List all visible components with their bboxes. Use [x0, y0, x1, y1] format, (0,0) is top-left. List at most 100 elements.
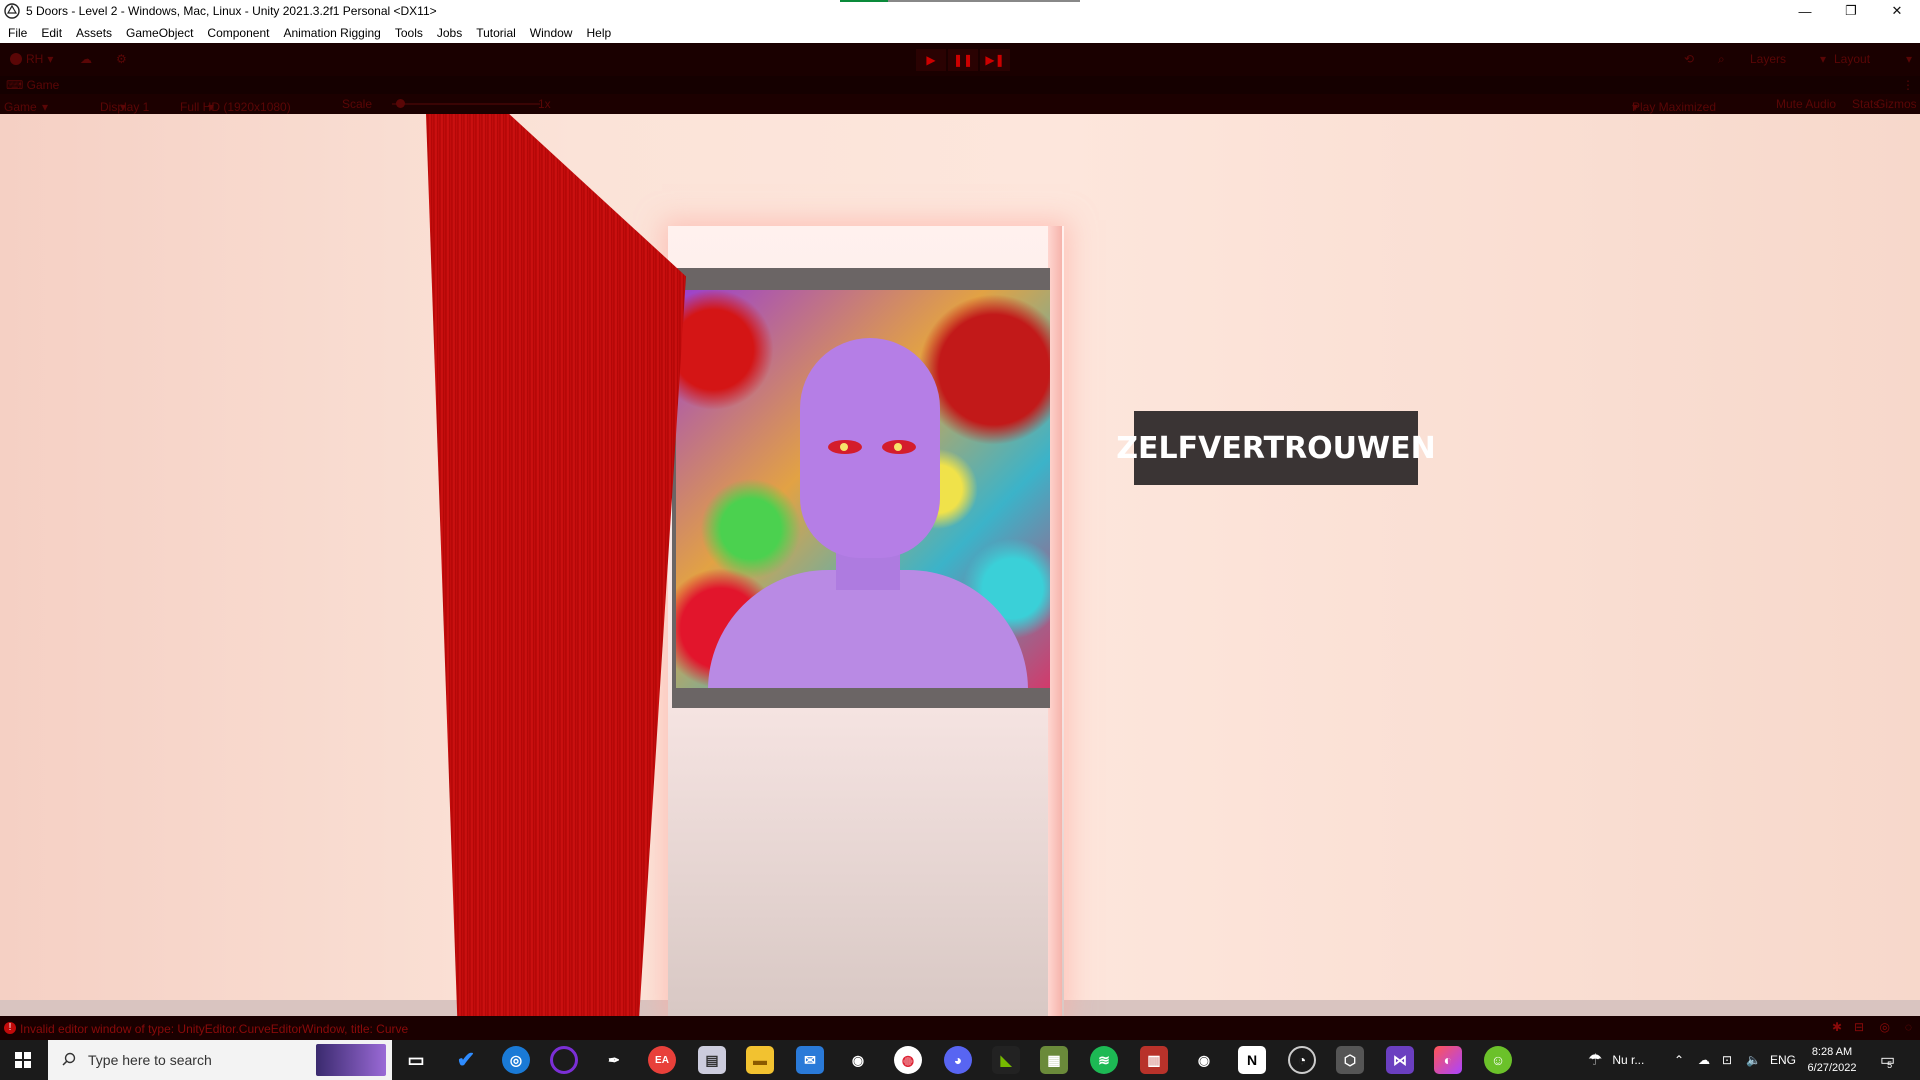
scale-label: Scale — [342, 97, 373, 111]
search-icon[interactable]: ⌕ — [1718, 49, 1725, 69]
photo-app-icon[interactable]: ◐ — [1434, 1046, 1462, 1074]
gizmos-dropdown[interactable]: Gizmos — [1876, 97, 1916, 111]
unity-logo-icon — [4, 3, 20, 19]
title-bar: 5 Doors - Level 2 - Windows, Mac, Linux … — [0, 0, 1920, 22]
menu-component[interactable]: Component — [207, 26, 269, 40]
mail-icon[interactable]: ✉ — [796, 1046, 824, 1074]
scale-slider[interactable] — [392, 103, 540, 105]
history-icon[interactable]: ⟲ — [1684, 49, 1694, 69]
network-icon[interactable]: ⊡ — [1722, 1040, 1732, 1080]
game-view-controls: Game ▾ Display 1 ▾ Full HD (1920x1080) ▾… — [0, 94, 1920, 114]
play-button[interactable]: ▶ — [916, 49, 946, 71]
account-label: RH — [26, 52, 44, 66]
notification-icon[interactable]: ◎ — [1880, 1020, 1890, 1034]
todo-check-icon[interactable]: ✔ — [452, 1046, 480, 1074]
tab-game[interactable]: ⌨ Game — [6, 78, 59, 92]
collab-icon[interactable]: ⚙ — [116, 49, 127, 69]
menu-window[interactable]: Window — [530, 26, 573, 40]
menu-bar: File Edit Assets GameObject Component An… — [0, 22, 1920, 43]
red-door — [426, 114, 686, 1016]
error-icon: ! — [4, 1022, 16, 1034]
menu-animation-rigging[interactable]: Animation Rigging — [283, 26, 380, 40]
menu-jobs[interactable]: Jobs — [437, 26, 462, 40]
steam-alt-icon[interactable]: ◉ — [1190, 1046, 1218, 1074]
windows-logo-icon — [15, 1052, 31, 1068]
visual-studio-icon[interactable]: ⋈ — [1386, 1046, 1414, 1074]
umbrella-icon: ☂ — [1588, 1052, 1603, 1069]
play-maximized-label: Play Maximized — [1632, 100, 1717, 114]
cloud-icon[interactable]: ☁ — [80, 49, 92, 69]
step-button[interactable]: ▶❚ — [980, 49, 1010, 71]
onedrive-icon[interactable]: ☁ — [1698, 1040, 1710, 1080]
glitch-portrait-painting — [676, 290, 1050, 688]
weather-label: Nu r... — [1612, 1053, 1645, 1067]
view-mode-label: Game — [4, 100, 37, 114]
menu-tutorial[interactable]: Tutorial — [476, 26, 516, 40]
task-view-icon[interactable]: ▭ — [402, 1046, 430, 1074]
files-app-icon[interactable]: ▤ — [698, 1046, 726, 1074]
clock[interactable]: 8:28 AM 6/27/2022 — [1794, 1044, 1870, 1076]
layout-label: Layout — [1834, 52, 1871, 66]
minimize-button[interactable]: — — [1782, 0, 1828, 22]
layout-dropdown[interactable]: Layout ▾ — [1834, 49, 1912, 69]
steam-icon[interactable]: ◉ — [844, 1046, 872, 1074]
discord-icon[interactable]: ◕ — [944, 1046, 972, 1074]
portrait-eye-right — [882, 440, 916, 454]
action-center-button[interactable]: ▭ 5 — [1880, 1040, 1895, 1080]
menu-file[interactable]: File — [8, 26, 27, 40]
chevron-down-icon: ▾ — [1905, 52, 1912, 66]
account-dropdown[interactable]: RH ▾ — [10, 49, 53, 69]
word-sign: ZELFVERTROUWEN — [1116, 411, 1436, 485]
menu-assets[interactable]: Assets — [76, 26, 112, 40]
mute-audio-toggle[interactable]: Mute Audio — [1776, 97, 1836, 111]
clock-time: 8:28 AM — [1811, 1046, 1853, 1058]
menu-gameobject[interactable]: GameObject — [126, 26, 193, 40]
nvidia-icon[interactable]: ◣ — [992, 1046, 1020, 1074]
pause-button[interactable]: ❚❚ — [948, 49, 978, 71]
menu-edit[interactable]: Edit — [41, 26, 62, 40]
volume-icon[interactable]: 🔈 — [1746, 1040, 1761, 1080]
pen-app-icon[interactable]: ✒ — [600, 1046, 628, 1074]
language-indicator[interactable]: ENG — [1770, 1040, 1796, 1080]
scale-slider-handle[interactable] — [396, 99, 405, 108]
unity-app-icon[interactable]: ⬡ — [1336, 1046, 1364, 1074]
close-button[interactable]: ✕ — [1874, 0, 1920, 22]
taskbar-search-box[interactable]: Type here to search — [48, 1040, 392, 1080]
minecraft-icon[interactable]: ▦ — [1040, 1046, 1068, 1074]
ea-app-icon[interactable]: EA — [648, 1046, 676, 1074]
menu-help[interactable]: Help — [586, 26, 611, 40]
console-status-bar[interactable]: ! Invalid editor window of type: UnityEd… — [0, 1016, 1920, 1040]
account-icon — [10, 53, 22, 65]
more-options-icon[interactable]: ⋮ — [1902, 78, 1914, 92]
weather-widget[interactable]: ☂ Nu r... — [1588, 1040, 1644, 1080]
spotify-icon[interactable]: ≋ — [1090, 1046, 1118, 1074]
search-icon — [62, 1052, 76, 1066]
cortana-icon[interactable] — [550, 1046, 578, 1074]
layers-label: Layers — [1750, 52, 1787, 66]
chrome-icon[interactable]: ◍ — [894, 1046, 922, 1074]
game-tab-header: ⌨ Game ⋮ — [0, 76, 1920, 94]
progress-icon[interactable]: ◌ — [1905, 1020, 1912, 1034]
start-button[interactable] — [0, 1040, 46, 1080]
sync-app-icon[interactable]: ◎ — [502, 1046, 530, 1074]
chevron-down-icon: ▾ — [1819, 52, 1826, 66]
window-title: 5 Doors - Level 2 - Windows, Mac, Linux … — [26, 4, 437, 18]
chevron-down-icon: ▾ — [120, 100, 127, 114]
editor-toolbar: RH ▾ ☁ ⚙ ▶ ❚❚ ▶❚ ⟲ ⌕ Layers ▾ Layout ▾ — [0, 43, 1920, 76]
restore-button[interactable]: ❐ — [1828, 0, 1874, 22]
gamepad-icon: ⌨ — [6, 78, 27, 92]
network-icon[interactable]: ⊟ — [1854, 1020, 1864, 1034]
file-explorer-icon[interactable]: ▬ — [746, 1046, 774, 1074]
search-highlight-image — [316, 1044, 386, 1076]
portrait-eye-left — [828, 440, 862, 454]
show-hidden-icons-button[interactable]: ⌃ — [1674, 1040, 1684, 1080]
scale-value: 1x — [538, 97, 551, 111]
game-viewport[interactable]: ZELFVERTROUWEN — [0, 114, 1920, 1016]
obs-icon[interactable]: ◔ — [1288, 1046, 1316, 1074]
notion-icon[interactable]: N — [1238, 1046, 1266, 1074]
layers-dropdown[interactable]: Layers ▾ — [1750, 49, 1826, 69]
chat-app-icon[interactable]: ☺ — [1484, 1046, 1512, 1074]
menu-tools[interactable]: Tools — [395, 26, 423, 40]
bug-icon[interactable]: ✱ — [1832, 1020, 1842, 1034]
winrar-icon[interactable]: ▥ — [1140, 1046, 1168, 1074]
